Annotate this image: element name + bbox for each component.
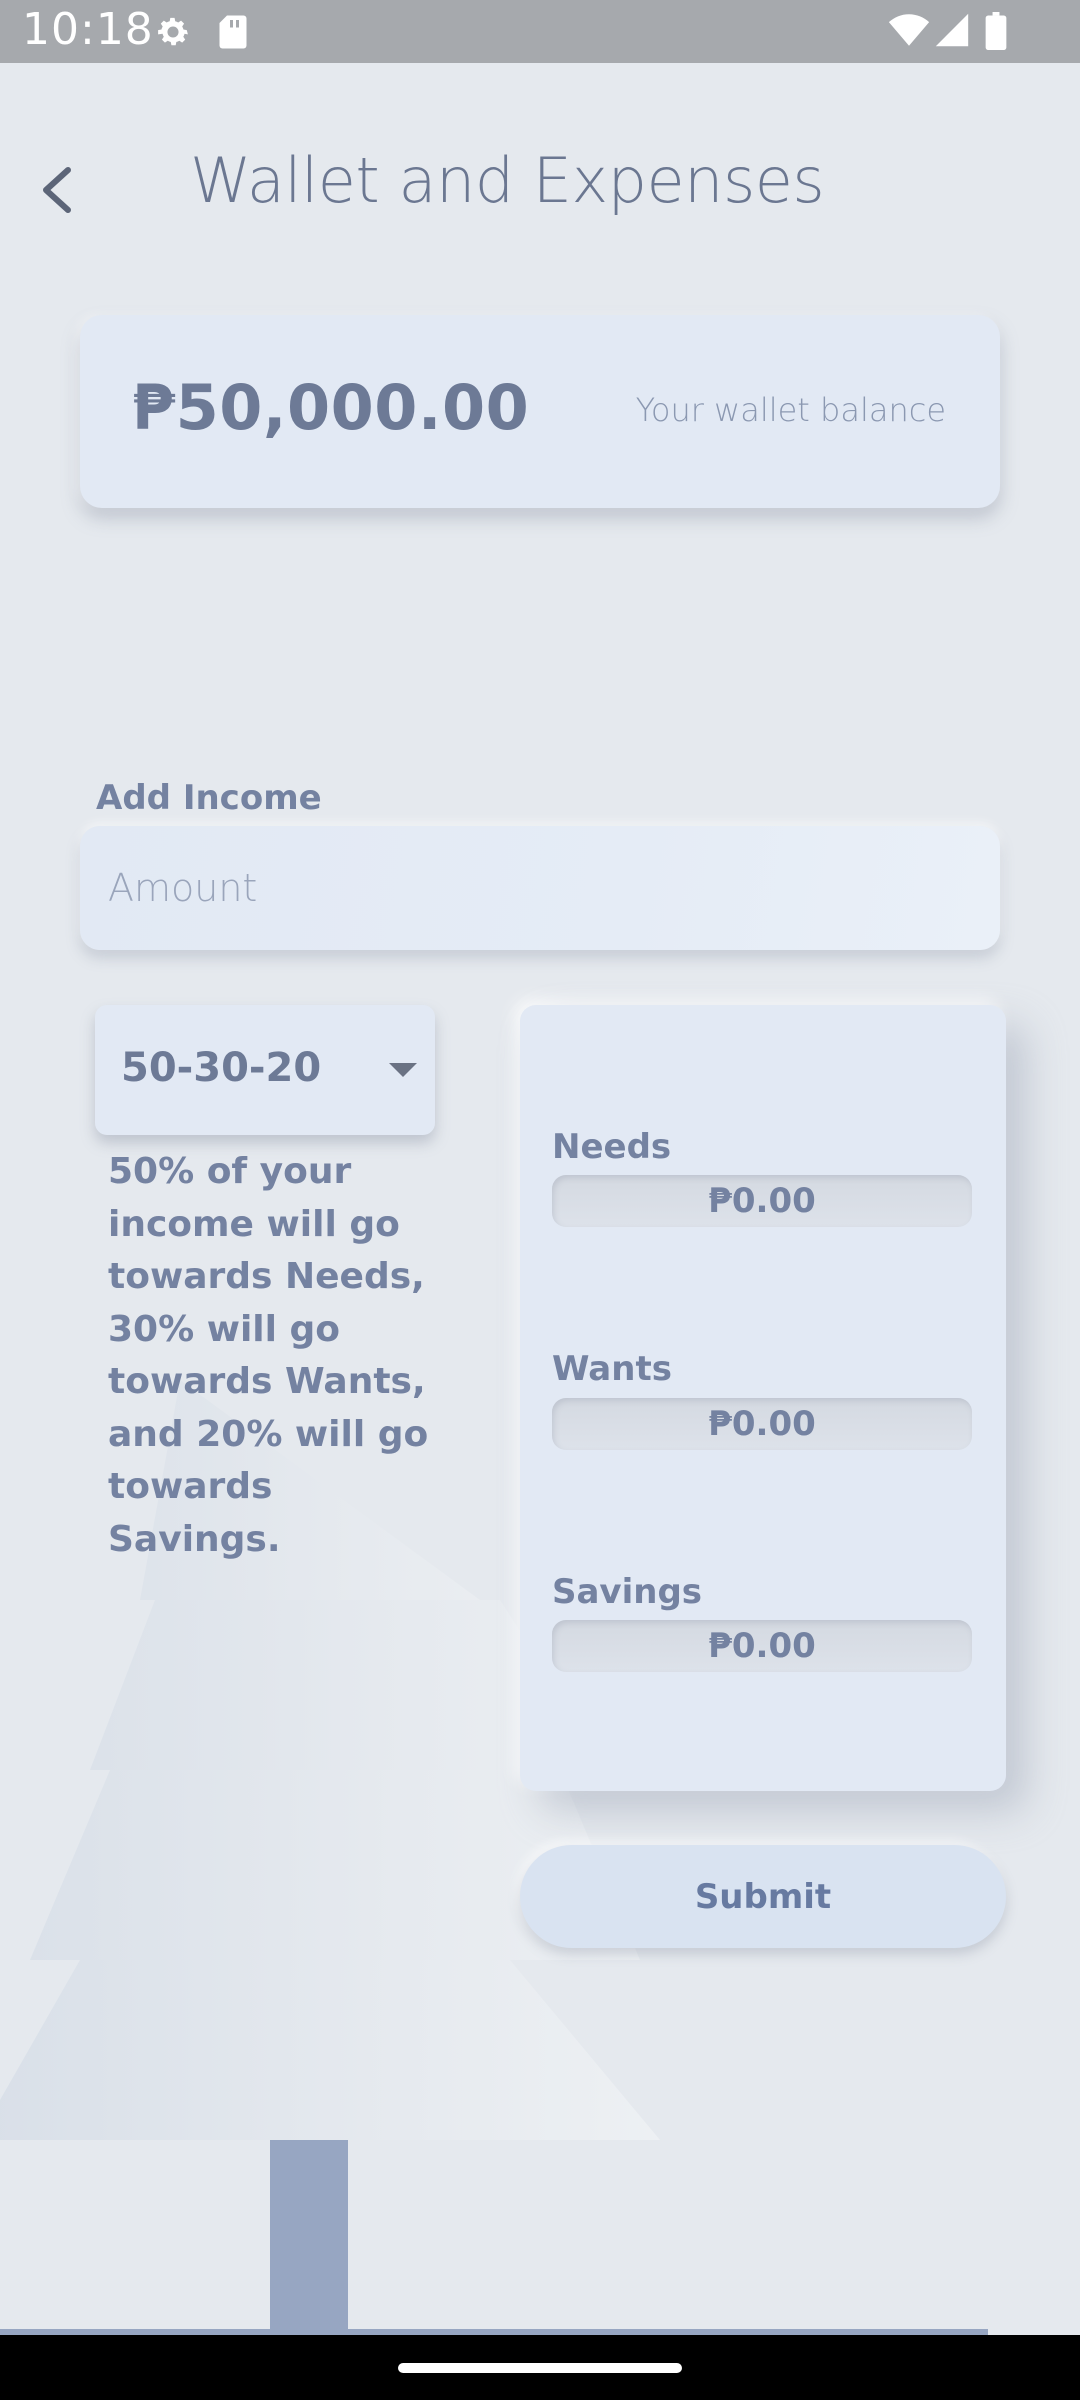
needs-label: Needs <box>552 1127 672 1167</box>
home-gesture-handle[interactable] <box>398 2363 682 2373</box>
add-income-label: Add Income <box>96 778 322 818</box>
budget-rule-dropdown[interactable]: 50-30-20 <box>95 1005 435 1135</box>
battery-icon <box>985 12 1007 50</box>
status-bar: 10:18 <box>0 0 1080 63</box>
gear-icon <box>158 17 188 46</box>
signal-icon <box>935 13 969 47</box>
status-time: 10:18 <box>22 4 154 55</box>
wallet-balance-amount: ₱50,000.00 <box>132 371 530 444</box>
budget-rule-description: 50% of your income will go towards Needs… <box>108 1151 429 1560</box>
wants-label: Wants <box>552 1349 672 1389</box>
needs-amount: ₱0.00 <box>552 1175 972 1227</box>
savings-amount: ₱0.00 <box>552 1620 972 1672</box>
savings-label: Savings <box>552 1572 703 1612</box>
wifi-icon <box>888 14 930 46</box>
wallet-balance-card: ₱50,000.00 Your wallet balance <box>80 315 1000 508</box>
sd-card-icon <box>219 15 247 49</box>
screen: 10:18 Wallet and Expenses ₱50,000.00 You… <box>0 0 1080 2400</box>
submit-button[interactable]: Submit <box>520 1845 1006 1948</box>
allocation-panel: Needs ₱0.00 Wants ₱0.00 Savings ₱0.00 <box>520 1005 1006 1791</box>
back-button[interactable] <box>30 150 86 230</box>
page-title: Wallet and Expenses <box>190 144 825 217</box>
wants-amount: ₱0.00 <box>552 1398 972 1450</box>
wallet-balance-caption: Your wallet balance <box>635 391 946 429</box>
budget-rule-value: 50-30-20 <box>121 1045 322 1091</box>
caret-down-icon <box>389 1063 417 1077</box>
income-amount-input[interactable] <box>80 826 1000 950</box>
